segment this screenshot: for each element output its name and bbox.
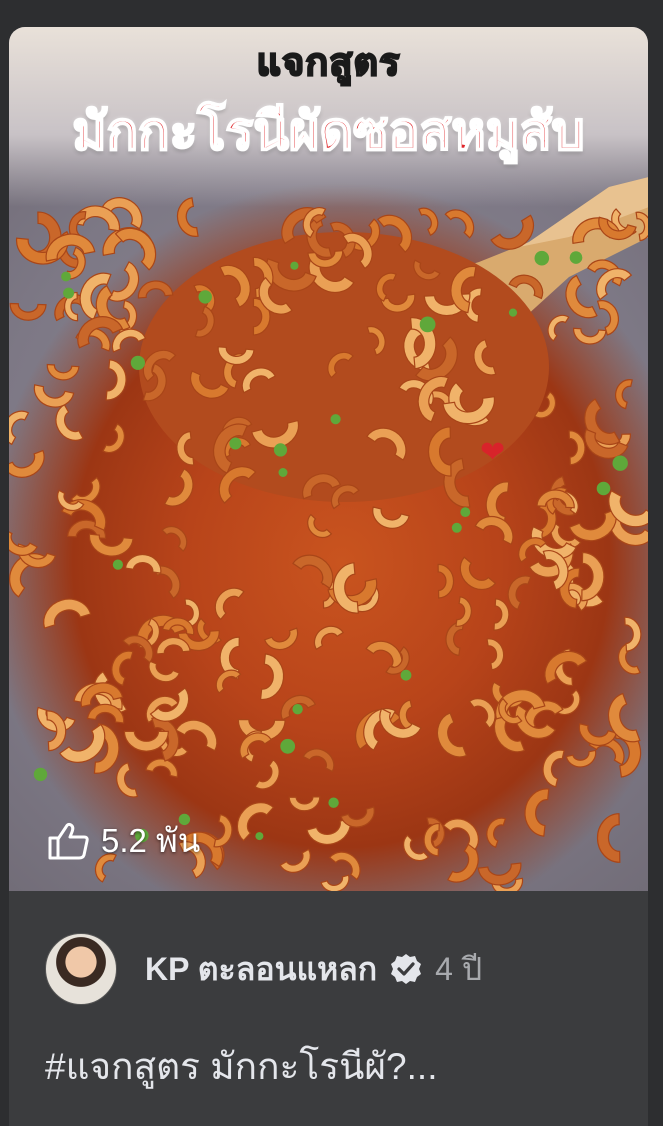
overlay-title-small: แจกสูตร [255,39,401,85]
post-age: 4 ปี [435,950,483,987]
post-meta: KP ตะลอนแหลก 4 ปี [45,933,482,1005]
post-caption[interactable]: #แจกสูตร มักกะโรนีผั?... [45,1037,437,1096]
video-card[interactable]: แจกสูตร มักกะโรนีผัดซอสหมูสับ ❤ 5.2 พัน … [9,27,648,1126]
video-thumbnail[interactable]: แจกสูตร มักกะโรนีผัดซอสหมูสับ ❤ 5.2 พัน [9,27,648,891]
overlay-title-big: มักกะโรนีผัดซอสหมูสับ [71,101,585,163]
author-name[interactable]: KP ตะลอนแหลก [145,944,377,995]
reaction-count: 5.2 พัน [47,814,200,867]
thumbs-up-icon [48,822,89,859]
avatar[interactable] [45,933,117,1005]
verified-badge-icon [391,954,422,984]
reaction-count-label: 5.2 พัน [101,822,201,859]
heart-sticker-icon: ❤ [480,435,506,470]
